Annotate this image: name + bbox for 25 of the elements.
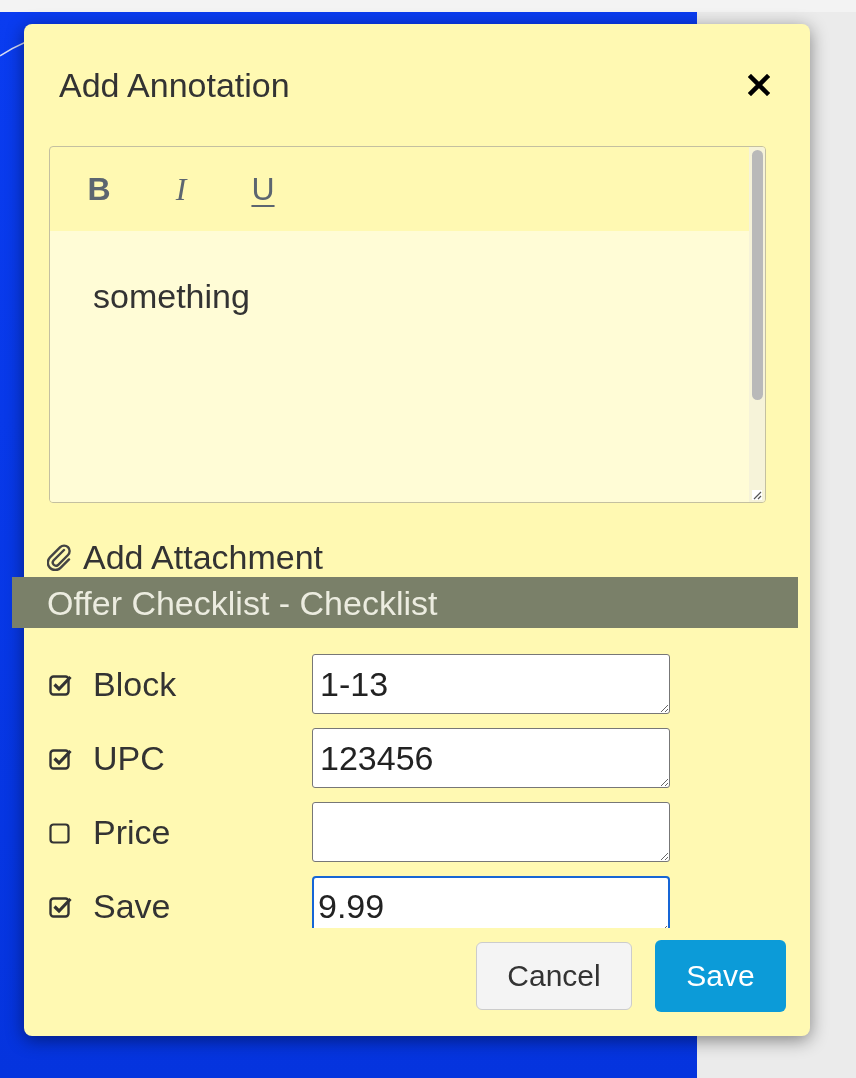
resize-grip-icon[interactable] [752,490,762,500]
add-attachment-link[interactable]: Add Attachment [47,537,324,577]
checkbox[interactable] [49,746,72,770]
scrollbar-thumb[interactable] [751,150,763,400]
italic-button[interactable]: I [140,164,222,214]
text-field[interactable]: 123456 [312,728,670,788]
bold-button[interactable]: B [58,164,140,214]
close-icon[interactable] [748,74,770,96]
dialog-title: Add Annotation [59,65,290,105]
text-field[interactable]: 1-13 [312,654,670,714]
paperclip-icon [47,543,72,571]
underline-button[interactable]: U [222,164,304,214]
curve-line [0,41,26,57]
checkbox-label: Block [93,664,178,704]
text-field[interactable] [312,802,670,862]
checkbox-label: UPC [93,738,166,778]
checkbox-label: Save [93,886,172,926]
editor-field[interactable]: something [50,231,749,502]
checkbox[interactable] [49,894,72,918]
checkbox[interactable] [49,672,72,696]
checkbox[interactable] [49,820,72,844]
text-field[interactable]: 9.99 [312,876,670,928]
section-header: Offer Checklist - Checklist [12,577,798,628]
checkbox-label: Price [93,812,172,852]
cancel-button[interactable]: Cancel [476,942,632,1010]
